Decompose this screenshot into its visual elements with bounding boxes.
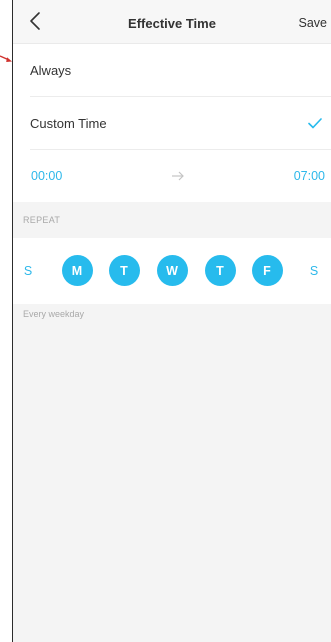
day-saturday[interactable]: S xyxy=(299,255,330,286)
end-time[interactable]: 07:00 xyxy=(294,169,325,183)
main-content: Effective Time Save Always Custom Time 0… xyxy=(13,0,331,642)
time-range-row: 00:00 07:00 xyxy=(30,150,331,202)
start-time[interactable]: 00:00 xyxy=(31,169,62,183)
day-friday[interactable]: F xyxy=(251,255,283,286)
day-monday[interactable]: M xyxy=(61,255,93,286)
day-wednesday[interactable]: W xyxy=(156,255,188,286)
left-frame-strip xyxy=(0,0,13,642)
effective-time-screen: Effective Time Save Always Custom Time 0… xyxy=(0,0,331,642)
checkmark-icon xyxy=(308,118,322,129)
save-button[interactable]: Save xyxy=(299,16,328,30)
repeat-section-label: REPEAT xyxy=(23,215,61,225)
day-tuesday[interactable]: T xyxy=(108,255,140,286)
option-always[interactable]: Always xyxy=(30,44,331,97)
day-sunday[interactable]: S xyxy=(13,255,44,286)
repeat-summary: Every weekday xyxy=(23,309,85,319)
repeat-days-selector: S M T W T F S xyxy=(13,238,331,304)
back-button[interactable] xyxy=(23,9,47,33)
time-options-card: Always Custom Time 00:00 07:00 xyxy=(13,44,331,202)
page-title: Effective Time xyxy=(128,16,216,31)
pointer-arrow-icon xyxy=(0,55,12,62)
chevron-left-icon xyxy=(30,12,40,30)
option-always-label: Always xyxy=(30,62,72,78)
option-custom-time[interactable]: Custom Time xyxy=(30,97,331,150)
arrow-right-icon xyxy=(172,171,184,181)
day-thursday[interactable]: T xyxy=(204,255,236,286)
option-custom-time-label: Custom Time xyxy=(30,115,107,131)
nav-header: Effective Time Save xyxy=(13,0,331,44)
